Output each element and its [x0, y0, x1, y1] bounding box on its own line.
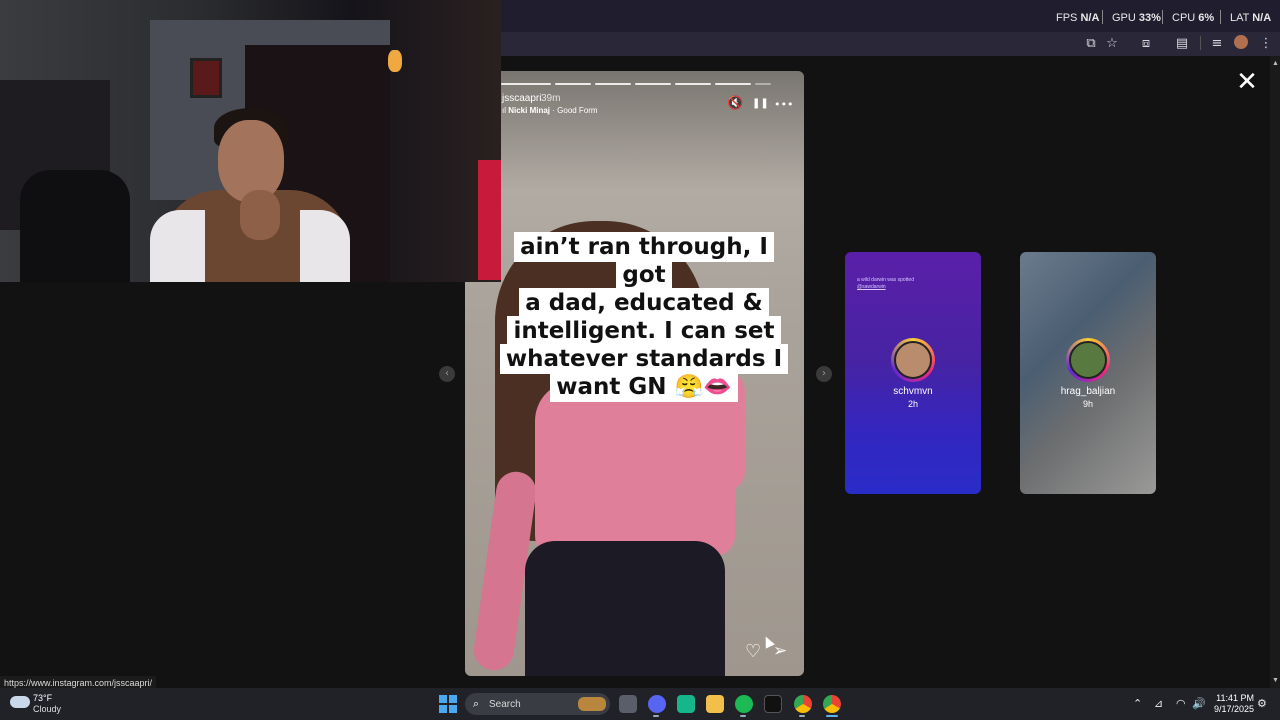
- scroll-up-icon[interactable]: ▲: [1272, 60, 1279, 67]
- chrome-icon[interactable]: [794, 695, 812, 713]
- app-green-icon[interactable]: [677, 695, 695, 713]
- caption-line: want GN 😤👄: [550, 372, 738, 402]
- page-scrollbar[interactable]: [1270, 56, 1280, 688]
- webcam-lamp: [388, 50, 402, 72]
- story-preview-hrag-baljian[interactable]: hrag_baljian 9h: [1020, 252, 1156, 494]
- obs-icon[interactable]: [764, 695, 782, 713]
- avatar: [1069, 341, 1107, 379]
- windows-taskbar: [0, 688, 1280, 720]
- webcam-overlay: [0, 0, 501, 282]
- extensions-icon[interactable]: ⧈: [1138, 36, 1154, 52]
- media-controls-icon[interactable]: ≡: [1209, 36, 1225, 52]
- story-preview-schvmvn[interactable]: a wild darwin was spotted @sawdarwin sch…: [845, 252, 981, 494]
- close-stories-button[interactable]: ✕: [1235, 69, 1259, 95]
- scroll-down-icon[interactable]: ▼: [1272, 677, 1279, 684]
- perf-fps: FPS N/A: [1056, 12, 1100, 24]
- preview-avatar-ring: [891, 338, 935, 382]
- caption-line: whatever standards I: [499, 344, 789, 374]
- wifi-icon[interactable]: ◠: [1176, 697, 1186, 710]
- running-indicator: [799, 715, 805, 717]
- windows-logo-tile: [439, 695, 447, 703]
- story-music[interactable]: ıl Nicki Minaj · Good Form: [502, 106, 598, 115]
- spotify-icon[interactable]: [735, 695, 753, 713]
- perf-divider: [1102, 10, 1103, 24]
- preview-username: hrag_baljian: [1060, 386, 1116, 397]
- perf-divider: [1162, 10, 1163, 24]
- toolbar-divider: [1200, 36, 1201, 50]
- avatar: [894, 341, 932, 379]
- pause-icon[interactable]: ❚❚: [752, 98, 769, 109]
- bookmark-star-icon[interactable]: ☆: [1104, 36, 1120, 52]
- active-story[interactable]: jsscaapri 39m ıl Nicki Minaj · Good Form…: [465, 71, 804, 676]
- weather-temperature[interactable]: 73°F: [33, 693, 52, 703]
- previous-story-button[interactable]: ‹: [439, 366, 455, 382]
- story-username[interactable]: jsscaapri: [502, 93, 541, 104]
- side-panel-icon[interactable]: ▤: [1174, 36, 1190, 52]
- cloud-icon[interactable]: [10, 696, 30, 708]
- notification-icon[interactable]: ⚙: [1257, 697, 1267, 710]
- story-progress-segment: [555, 83, 591, 85]
- search-icon: ⌕: [473, 697, 480, 710]
- story-progress-segment: [755, 83, 771, 85]
- taskbar-search-placeholder: Search: [489, 699, 521, 710]
- story-progress-segment: [501, 83, 551, 85]
- volume-icon[interactable]: 🔊: [1192, 697, 1206, 710]
- search-highlight-image: [578, 697, 606, 711]
- running-indicator: [653, 715, 659, 717]
- windows-logo-tile: [439, 705, 447, 713]
- file-explorer-icon[interactable]: [706, 695, 724, 713]
- webcam-red-object: [478, 160, 501, 280]
- webcam-chair: [20, 170, 130, 282]
- preview-time: 2h: [907, 399, 918, 409]
- active-indicator: [826, 715, 838, 717]
- caption-line: a dad, educated &: [519, 288, 769, 318]
- profile-avatar[interactable]: [1234, 35, 1248, 49]
- chrome-menu-icon[interactable]: ⋮: [1258, 36, 1274, 52]
- preview-overlay-text: a wild darwin was spotted @sawdarwin: [857, 277, 914, 290]
- windows-logo-tile: [449, 705, 457, 713]
- weather-condition[interactable]: Cloudy: [33, 704, 61, 714]
- preview-time: 9h: [1082, 399, 1093, 409]
- story-progress-segment: [595, 83, 631, 85]
- story-timestamp: 39m: [541, 93, 561, 104]
- like-heart-icon[interactable]: ♡: [745, 641, 761, 662]
- preview-avatar-ring: [1066, 338, 1110, 382]
- running-indicator: [740, 715, 746, 717]
- next-story-button[interactable]: ›: [816, 366, 832, 382]
- webcam-person-hand: [240, 190, 280, 240]
- install-app-icon[interactable]: ⧉: [1083, 36, 1099, 52]
- webcam-person-head: [218, 120, 284, 202]
- more-options-icon[interactable]: •••: [774, 98, 793, 111]
- chrome-active-icon[interactable]: [823, 695, 841, 713]
- caption-line: intelligent. I can set: [507, 316, 781, 346]
- start-button[interactable]: [439, 695, 457, 713]
- discord-icon[interactable]: [648, 695, 666, 713]
- taskbar-clock-time[interactable]: 11:41 PM: [1214, 693, 1254, 703]
- perf-divider: [1220, 10, 1221, 24]
- caption-line: ain’t ran through, I got: [514, 232, 774, 290]
- mute-icon[interactable]: 🔇: [727, 96, 743, 111]
- task-view-icon[interactable]: [619, 695, 637, 713]
- webcam-person-sleeve: [150, 210, 205, 282]
- story-progress-segment: [675, 83, 711, 85]
- story-progress-segment: [715, 83, 751, 85]
- tray-overflow-chevron-icon[interactable]: ⌃: [1133, 697, 1142, 710]
- webcam-wall-frame: [190, 58, 222, 98]
- story-header-shade: [465, 71, 804, 191]
- location-icon[interactable]: ⊿: [1154, 697, 1163, 710]
- story-caption: ain’t ran through, I got a dad, educated…: [499, 232, 789, 402]
- perf-lat: LAT N/A: [1230, 12, 1272, 24]
- story-progress-segment: [635, 83, 671, 85]
- preview-username: schvmvn: [893, 386, 933, 397]
- webcam-person-sleeve: [300, 210, 350, 282]
- windows-logo-tile: [449, 695, 457, 703]
- perf-gpu: GPU 33%: [1112, 12, 1161, 24]
- taskbar-clock-date[interactable]: 9/17/2025: [1210, 704, 1254, 714]
- perf-cpu: CPU 6%: [1172, 12, 1215, 24]
- story-photo-bottom: [525, 541, 725, 676]
